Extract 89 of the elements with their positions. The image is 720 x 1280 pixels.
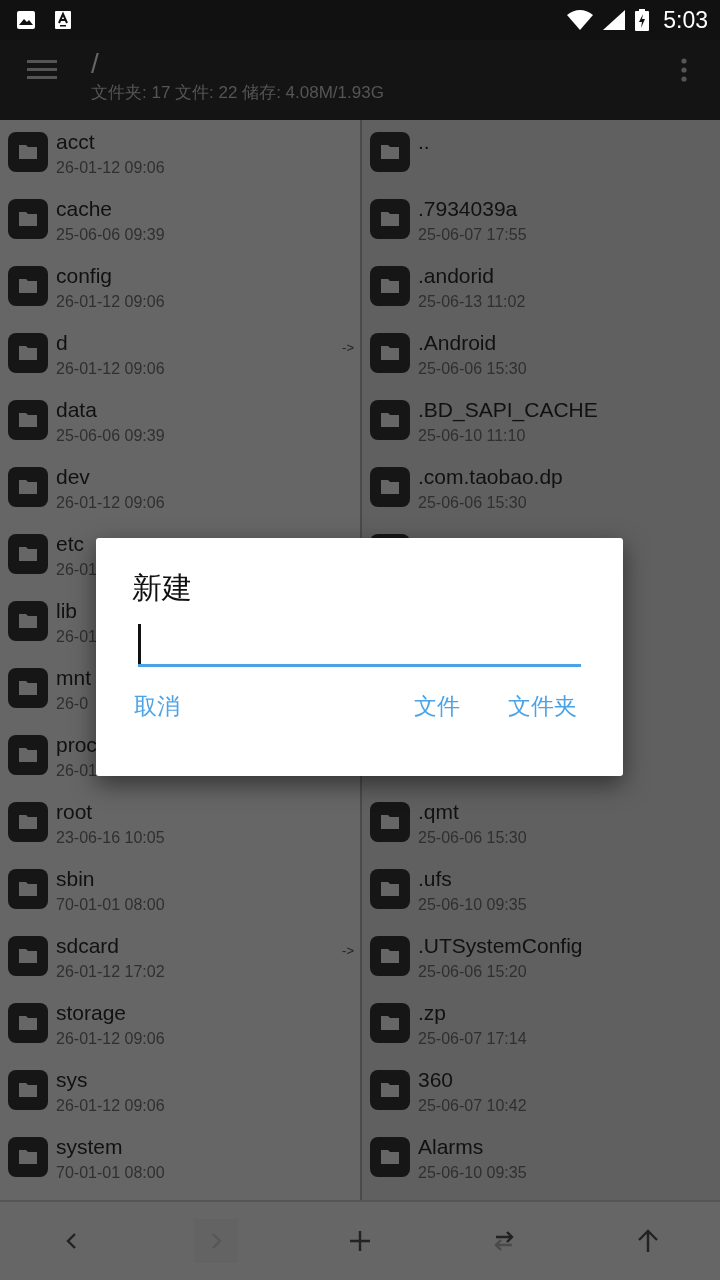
folder-name[interactable]: config [56, 264, 165, 288]
folder-icon [370, 1070, 410, 1110]
folder-icon [8, 802, 48, 842]
folder-icon [8, 735, 48, 775]
wifi-icon [567, 10, 594, 30]
storage-summary: 文件夹: 17 文件: 22 储存: 4.08M/1.93G [91, 82, 385, 104]
folder-name[interactable]: sbin [56, 867, 165, 891]
modified-date: 70-01-01 08:00 [56, 895, 165, 915]
modified-date: 26-01-12 09:06 [56, 493, 165, 513]
folder-name[interactable]: .qmt [418, 800, 527, 824]
folder-icon [8, 467, 48, 507]
folder-icon [370, 1003, 410, 1043]
modified-date: 26-01-12 17:02 [56, 962, 165, 982]
image-icon [16, 10, 36, 30]
folder-name[interactable]: lib [56, 599, 97, 623]
folder-name[interactable]: 360 [418, 1068, 527, 1092]
folder-icon [8, 333, 48, 373]
folder-name[interactable]: .zp [418, 1001, 527, 1025]
dialog-title: 新建 [132, 569, 192, 607]
modified-date: 26-01-12 09:06 [56, 1029, 165, 1049]
folder-icon [8, 1070, 48, 1110]
folder-icon [370, 199, 410, 239]
name-input-field[interactable] [138, 624, 581, 667]
folder-icon [370, 400, 410, 440]
folder-icon [8, 266, 48, 306]
folder-name[interactable]: root [56, 800, 165, 824]
modified-date: 70-01-01 08:00 [56, 1163, 165, 1183]
folder-name[interactable]: data [56, 398, 165, 422]
dialog-button[interactable]: 文件夹 [504, 691, 581, 722]
folder-name[interactable]: system [56, 1135, 165, 1159]
folder-icon [370, 467, 410, 507]
folder-icon [370, 1137, 410, 1177]
folder-name[interactable]: acct [56, 130, 165, 154]
more-options-button[interactable] [681, 58, 687, 84]
folder-name[interactable]: .ufs [418, 867, 527, 891]
folder-name[interactable]: mnt [56, 666, 91, 690]
modified-date: 23-06-16 10:05 [56, 828, 165, 848]
modified-date: 26-0 [56, 694, 90, 714]
folder-icon [370, 802, 410, 842]
folder-icon [8, 1003, 48, 1043]
path-title: / [91, 47, 100, 81]
symlink-mark: -> [342, 340, 354, 355]
folder-name[interactable]: proc [56, 733, 97, 757]
folder-icon [8, 869, 48, 909]
folder-name[interactable]: .andorid [418, 264, 526, 288]
folder-icon [8, 601, 48, 641]
battery-icon [635, 9, 650, 31]
folder-icon [370, 132, 410, 172]
folder-name[interactable]: cache [56, 197, 165, 221]
modified-date: 26-01 [56, 560, 97, 580]
folder-name[interactable]: dev [56, 465, 165, 489]
folder-name[interactable]: .7934039a [418, 197, 527, 221]
folder-icon [8, 936, 48, 976]
folder-name[interactable]: storage [56, 1001, 165, 1025]
font-icon [54, 10, 72, 30]
modified-date: 26-01-12 09:06 [56, 158, 165, 178]
signal-icon [603, 10, 626, 30]
dialog-button[interactable]: 取消 [130, 691, 184, 722]
folder-name[interactable]: .Android [418, 331, 527, 355]
folder-icon [370, 266, 410, 306]
folder-icon [8, 132, 48, 172]
folder-name[interactable]: sdcard [56, 934, 165, 958]
folder-name[interactable]: etc [56, 532, 97, 556]
modified-date: 26-01 [56, 761, 97, 781]
dialog-button[interactable]: 文件 [410, 691, 464, 722]
modified-date: 26-01-12 09:06 [56, 292, 165, 312]
folder-name[interactable]: sys [56, 1068, 165, 1092]
clock-time: 5:03 [663, 6, 708, 34]
folder-name[interactable]: .. [418, 130, 430, 154]
folder-icon [8, 534, 48, 574]
folder-name[interactable]: .BD_SAPI_CACHE [418, 398, 598, 422]
modified-date: 26-01-12 09:06 [56, 1096, 165, 1116]
folder-icon [370, 936, 410, 976]
modified-date: 26-01-12 09:06 [56, 359, 165, 379]
modified-date: 25-06-06 09:39 [56, 426, 165, 446]
symlink-mark: -> [342, 943, 354, 958]
folder-name[interactable]: .UTSystemConfig [418, 934, 583, 958]
chevron-left-icon [66, 1232, 78, 1250]
folder-icon [370, 869, 410, 909]
folder-icon [8, 400, 48, 440]
folder-name[interactable]: .com.taobao.dp [418, 465, 563, 489]
modified-date: 26-01 [56, 627, 97, 647]
folder-icon [8, 668, 48, 708]
modified-date: 25-06-06 09:39 [56, 225, 165, 245]
folder-name[interactable]: d [56, 331, 165, 355]
folder-icon [370, 333, 410, 373]
folder-icon [8, 1137, 48, 1177]
folder-icon [8, 199, 48, 239]
folder-name[interactable]: Alarms [418, 1135, 527, 1159]
